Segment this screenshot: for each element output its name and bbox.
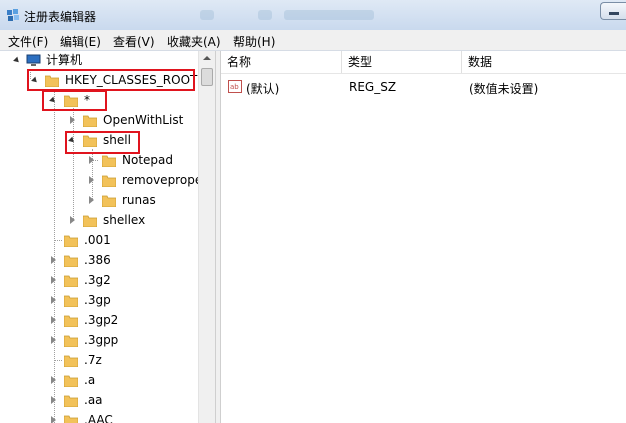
tree-label: removeprope (122, 173, 198, 187)
folder-icon (83, 215, 97, 227)
value-type: REG_SZ (349, 80, 397, 94)
collapse-arrow-icon[interactable] (51, 416, 56, 423)
folder-icon (102, 195, 116, 207)
computer-icon (26, 54, 41, 66)
minimize-button[interactable] (600, 2, 626, 20)
folder-icon (64, 415, 78, 423)
tree-scrollbar[interactable] (198, 51, 215, 423)
menu-edit[interactable]: 编辑(E) (60, 33, 101, 50)
menu-view[interactable]: 查看(V) (113, 33, 155, 50)
tree-node-extension[interactable]: .aa (0, 391, 198, 409)
collapse-arrow-icon[interactable] (51, 316, 56, 324)
tree-node-extension[interactable]: .7z (0, 351, 198, 369)
tree-label: .386 (84, 253, 111, 267)
tree-label: .a (84, 373, 96, 387)
folder-icon (64, 315, 78, 327)
tree-label: .AAC (84, 413, 113, 423)
collapse-arrow-icon[interactable] (89, 196, 94, 204)
expand-arrow-icon[interactable] (13, 56, 21, 65)
svg-text:ab: ab (230, 83, 239, 91)
tree-node-extension[interactable]: .a (0, 371, 198, 389)
folder-icon (102, 175, 116, 187)
tree-node-removeproperties[interactable]: removeprope (0, 171, 198, 189)
tree-node-computer[interactable]: 计算机 (0, 51, 198, 69)
tree-label: runas (122, 193, 156, 207)
tree-label: OpenWithList (103, 113, 184, 127)
scrollbar-thumb[interactable] (201, 68, 213, 86)
tree-label: .001 (84, 233, 111, 247)
menu-file[interactable]: 文件(F) (8, 33, 48, 50)
registry-tree[interactable]: 计算机 HKEY_CLASSES_ROOT * OpenWithList she… (0, 51, 215, 423)
tree-guide (54, 360, 62, 361)
background-blur (258, 10, 272, 20)
string-value-icon: ab (228, 80, 242, 93)
tree-guide (54, 240, 62, 241)
tree-label: .3g2 (84, 273, 111, 287)
collapse-arrow-icon[interactable] (51, 296, 56, 304)
folder-icon (102, 155, 116, 167)
folder-icon (64, 255, 78, 267)
title-bar: 注册表编辑器 (0, 0, 626, 30)
values-list[interactable]: 名称 类型 数据 (默认) REG_SZ (数值未设置) (221, 51, 626, 423)
collapse-arrow-icon[interactable] (51, 396, 56, 404)
folder-icon (64, 395, 78, 407)
collapse-arrow-icon[interactable] (51, 376, 56, 384)
collapse-arrow-icon[interactable] (51, 276, 56, 284)
tree-label: .3gp2 (84, 313, 119, 327)
menu-favorites[interactable]: 收藏夹(A) (167, 33, 221, 50)
tree-label: .3gpp (84, 333, 119, 347)
tree-node-extension[interactable]: .AAC (0, 411, 198, 423)
menu-bar: 文件(F) 编辑(E) 查看(V) 收藏夹(A) 帮助(H) (0, 30, 626, 51)
collapse-arrow-icon[interactable] (51, 256, 56, 264)
tree-node-shellex[interactable]: shellex (0, 211, 198, 229)
tree-node-extension[interactable]: .3gp2 (0, 311, 198, 329)
tree-node-extension[interactable]: .3gpp (0, 331, 198, 349)
tree-node-extension[interactable]: .001 (0, 231, 198, 249)
tree-node-extension[interactable]: .3g2 (0, 271, 198, 289)
folder-icon (64, 275, 78, 287)
tree-label: .aa (84, 393, 103, 407)
column-header-data[interactable]: 数据 (462, 51, 626, 73)
background-blur (200, 10, 214, 20)
collapse-arrow-icon[interactable] (89, 156, 94, 164)
folder-icon (83, 115, 97, 127)
scroll-up-arrow-icon[interactable] (203, 56, 211, 60)
tree-label: .3gp (84, 293, 111, 307)
value-name: (默认) (246, 82, 280, 96)
window-title: 注册表编辑器 (24, 10, 97, 24)
folder-icon (64, 355, 78, 367)
collapse-arrow-icon[interactable] (70, 216, 75, 224)
minimize-icon (609, 12, 619, 15)
folder-icon (64, 235, 78, 247)
column-header-name[interactable]: 名称 (221, 51, 342, 73)
tree-node-openwithlist[interactable]: OpenWithList (0, 111, 198, 129)
tree-label: .7z (84, 353, 102, 367)
highlight-box-shell (65, 131, 140, 154)
highlight-box-star (42, 90, 107, 111)
folder-icon (64, 375, 78, 387)
folder-icon (64, 335, 78, 347)
tree-node-runas[interactable]: runas (0, 191, 198, 209)
tree-node-extension[interactable]: .386 (0, 251, 198, 269)
tree-label: shellex (103, 213, 146, 227)
menu-help[interactable]: 帮助(H) (233, 33, 275, 50)
background-blur (284, 10, 374, 20)
tree-label: 计算机 (46, 53, 83, 67)
collapse-arrow-icon[interactable] (89, 176, 94, 184)
value-data: (数值未设置) (469, 82, 539, 96)
collapse-arrow-icon[interactable] (51, 336, 56, 344)
regedit-app-icon (7, 9, 19, 21)
column-header-type[interactable]: 类型 (342, 51, 462, 73)
highlight-box-hkcr (27, 69, 195, 91)
folder-icon (64, 295, 78, 307)
tree-node-extension[interactable]: .3gp (0, 291, 198, 309)
collapse-arrow-icon[interactable] (70, 116, 75, 124)
